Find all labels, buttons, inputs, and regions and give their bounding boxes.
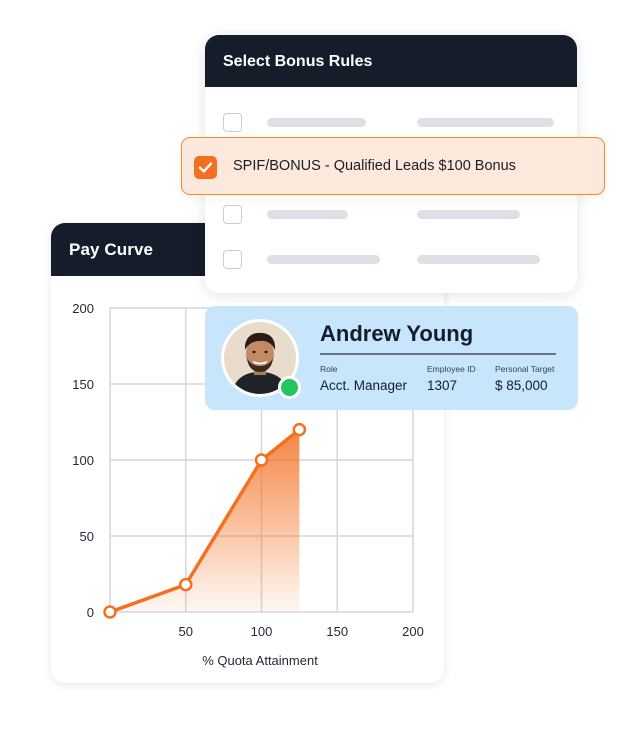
role-label: Role [320, 364, 338, 374]
skeleton-placeholder [417, 210, 520, 219]
checkbox-unchecked-icon[interactable] [223, 250, 242, 269]
skeleton-placeholder [417, 118, 554, 127]
bonus-rule-row[interactable] [205, 111, 577, 135]
x-tick-label: 100 [251, 624, 273, 639]
x-tick-label: 200 [402, 624, 424, 639]
y-tick-label: 150 [72, 377, 94, 392]
employee-name: Andrew Young [320, 321, 474, 346]
bonus-rule-row[interactable] [205, 203, 577, 227]
data-point [292, 422, 307, 437]
employee-id-value: 1307 [427, 378, 458, 393]
skeleton-placeholder [267, 118, 366, 127]
role-value: Acct. Manager [320, 378, 408, 393]
selected-rule-label: SPIF/BONUS - Qualified Leads $100 Bonus [233, 158, 516, 174]
x-tick-label: 50 [179, 624, 193, 639]
personal-target-label: Personal Target [495, 364, 555, 374]
employee-id-label: Employee ID [427, 364, 476, 374]
bonus-rules-title: Select Bonus Rules [205, 35, 577, 87]
employee-card: Andrew Young Role Acct. Manager Employee… [205, 306, 578, 410]
y-tick-label: 100 [72, 453, 94, 468]
personal-target-value: $ 85,000 [495, 378, 548, 393]
divider [320, 353, 556, 355]
checkbox-unchecked-icon[interactable] [223, 113, 242, 132]
data-point [103, 605, 117, 619]
bonus-rule-row[interactable] [205, 248, 577, 272]
y-tick-label: 200 [72, 301, 94, 316]
x-axis-label: % Quota Attainment [202, 653, 318, 668]
skeleton-placeholder [267, 210, 348, 219]
data-point [254, 453, 269, 467]
y-tick-label: 0 [87, 605, 94, 620]
x-tick-label: 150 [326, 624, 348, 639]
data-point [179, 577, 193, 592]
checkbox-checked-icon[interactable] [194, 156, 217, 179]
y-tick-label: 50 [80, 529, 94, 544]
skeleton-placeholder [267, 255, 380, 264]
curve-area [110, 429, 300, 612]
checkbox-unchecked-icon[interactable] [223, 205, 242, 224]
online-status-icon [278, 376, 301, 399]
selected-bonus-rule[interactable]: SPIF/BONUS - Qualified Leads $100 Bonus [181, 137, 605, 195]
skeleton-placeholder [417, 255, 540, 264]
